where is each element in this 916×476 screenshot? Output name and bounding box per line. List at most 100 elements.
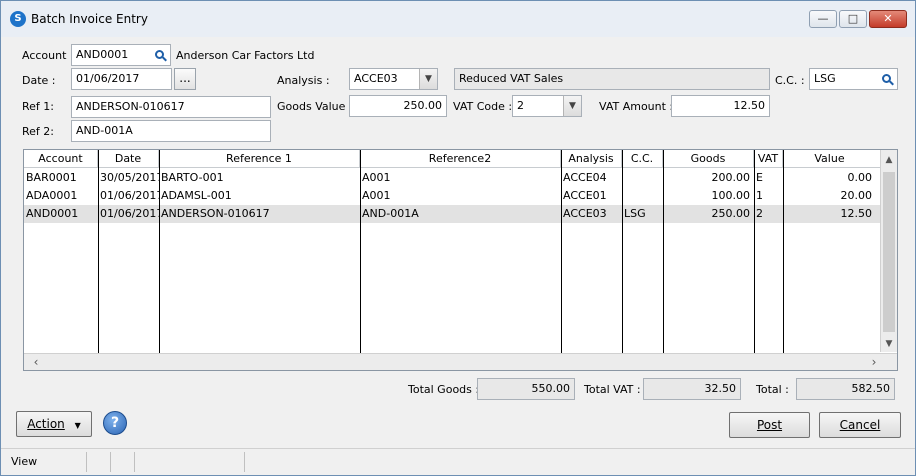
vertical-scrollbar[interactable]: ▲ ▼ [880, 150, 897, 352]
cc-label: C.C. : [775, 74, 805, 87]
ref2-value: AND-001A [76, 124, 133, 137]
cell-goods: 250.00 [711, 207, 751, 220]
analysis-chevron-down-icon[interactable]: ▼ [419, 69, 437, 89]
cell-account: BAR0001 [26, 171, 77, 184]
col-header-reference1[interactable]: Reference 1 [159, 150, 360, 168]
cell-ref1: BARTO-001 [161, 171, 224, 184]
account-label: Account : [22, 49, 74, 62]
maximize-button[interactable]: □ [839, 10, 867, 28]
cell-cc [622, 187, 663, 205]
app-logo-icon: S [10, 11, 26, 27]
table-row[interactable]: ADA0001 01/06/2017 ADAMSL-001 A001 ACCE0… [24, 187, 880, 205]
cell-date: 01/06/2017 [100, 189, 159, 202]
status-mode: View [1, 452, 87, 472]
scroll-up-icon[interactable]: ▲ [881, 152, 897, 168]
cell-date: 01/06/2017 [100, 207, 159, 220]
goods-value-field[interactable]: 250.00 [349, 95, 447, 117]
table-row-selected[interactable]: AND0001 01/06/2017 ANDERSON-010617 AND-0… [24, 205, 880, 223]
total-goods-label: Total Goods : [408, 383, 480, 396]
status-segment [87, 452, 111, 472]
column-divider [98, 150, 99, 353]
scroll-right-icon[interactable]: › [866, 354, 882, 370]
vat-code-chevron-down-icon[interactable]: ▼ [563, 96, 581, 116]
cell-cc: LSG [624, 207, 646, 220]
cell-value: 20.00 [840, 189, 873, 202]
cell-goods: 100.00 [711, 189, 751, 202]
status-segment [111, 452, 135, 472]
ref1-value: ANDERSON-010617 [76, 100, 185, 113]
total-field: 582.50 [796, 378, 895, 400]
vertical-scroll-thumb[interactable] [883, 172, 895, 332]
invoice-grid[interactable]: Account Date Reference 1 Reference2 Anal… [23, 149, 898, 371]
col-header-cc[interactable]: C.C. [622, 150, 663, 168]
column-divider [159, 150, 160, 353]
cc-search-icon[interactable] [877, 70, 895, 88]
goods-value-label: Goods Value : [277, 100, 353, 113]
cell-account: ADA0001 [26, 189, 78, 202]
column-divider [360, 150, 361, 353]
column-divider [754, 150, 755, 353]
analysis-label: Analysis : [277, 74, 330, 87]
total-goods-value: 550.00 [531, 382, 571, 395]
status-bar: View [1, 448, 915, 475]
ref2-label: Ref 2: [22, 125, 54, 138]
vat-code-label: VAT Code : [453, 100, 513, 113]
caret-down-icon: ▼ [74, 421, 81, 430]
date-value: 01/06/2017 [76, 72, 140, 85]
col-header-analysis[interactable]: Analysis [561, 150, 622, 168]
horizontal-scrollbar[interactable]: ‹ › [24, 353, 897, 370]
col-header-goods[interactable]: Goods [663, 150, 754, 168]
ref2-field[interactable]: AND-001A [71, 120, 271, 142]
date-label: Date : [22, 74, 56, 87]
date-picker-button[interactable]: ... [174, 68, 196, 90]
post-button[interactable]: Post [729, 412, 810, 438]
column-divider [561, 150, 562, 353]
cell-cc [622, 169, 663, 187]
total-goods-field: 550.00 [477, 378, 575, 400]
cancel-button-label: Cancel [839, 418, 881, 432]
post-button-label: Post [756, 418, 783, 432]
account-value: AND0001 [76, 48, 129, 61]
col-header-vat[interactable]: VAT [754, 150, 783, 168]
account-name: Anderson Car Factors Ltd [176, 49, 315, 62]
cell-value: 12.50 [840, 207, 873, 220]
total-value: 582.50 [851, 382, 891, 395]
col-header-reference2[interactable]: Reference2 [360, 150, 561, 168]
cell-vat: 2 [756, 207, 763, 220]
col-header-account[interactable]: Account [24, 150, 98, 168]
close-button[interactable]: ✕ [869, 10, 907, 28]
scroll-left-icon[interactable]: ‹ [28, 354, 44, 370]
total-vat-value: 32.50 [704, 382, 737, 395]
minimize-button[interactable]: — [809, 10, 837, 28]
column-divider [663, 150, 664, 353]
vat-amount-field[interactable]: 12.50 [671, 95, 770, 117]
cell-date: 30/05/2017 [100, 171, 159, 184]
title-bar: S Batch Invoice Entry — □ ✕ [1, 1, 915, 37]
column-divider [783, 150, 784, 353]
cell-ref2: AND-001A [362, 207, 419, 220]
action-menu-button[interactable]: Action ▼ [16, 411, 92, 437]
batch-invoice-window: S Batch Invoice Entry — □ ✕ Account : AN… [0, 0, 916, 476]
vat-amount-value: 12.50 [733, 99, 766, 112]
ref1-field[interactable]: ANDERSON-010617 [71, 96, 271, 118]
cell-vat: E [756, 171, 763, 184]
table-row[interactable]: BAR0001 30/05/2017 BARTO-001 A001 ACCE04… [24, 169, 880, 187]
status-segment [135, 452, 245, 472]
grid-header: Account Date Reference 1 Reference2 Anal… [24, 150, 880, 168]
analysis-description: Reduced VAT Sales [459, 72, 564, 85]
help-icon[interactable]: ? [103, 411, 127, 435]
cell-value: 0.00 [847, 171, 873, 184]
account-search-icon[interactable] [150, 46, 168, 64]
action-button-label: Action [27, 417, 65, 431]
cancel-button[interactable]: Cancel [819, 412, 901, 438]
col-header-value[interactable]: Value [783, 150, 876, 168]
ref1-label: Ref 1: [22, 100, 54, 113]
date-field[interactable]: 01/06/2017 [71, 68, 172, 90]
cc-value: LSG [814, 72, 836, 85]
cell-ref1: ANDERSON-010617 [161, 207, 270, 220]
analysis-value: ACCE03 [354, 72, 398, 85]
col-header-date[interactable]: Date [98, 150, 159, 168]
cell-ref2: A001 [362, 171, 391, 184]
scroll-down-icon[interactable]: ▼ [881, 336, 897, 352]
total-vat-field: 32.50 [643, 378, 741, 400]
